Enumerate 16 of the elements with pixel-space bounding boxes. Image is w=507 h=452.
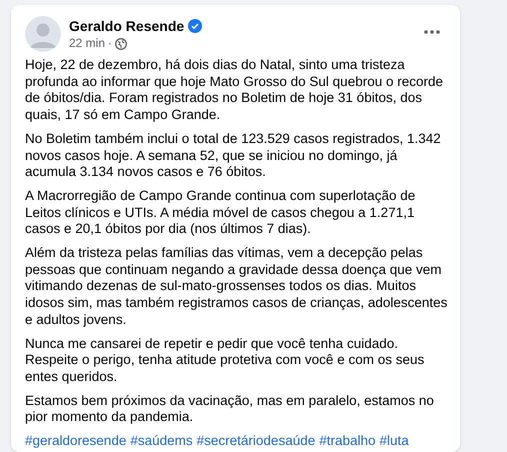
author-name[interactable]: Geraldo Resende xyxy=(69,17,184,35)
separator: · xyxy=(108,36,112,51)
post-paragraph: Além da tristeza pelas famílias das vítimas, vem a decepção pelas pessoas que continuam negando a gravidade dessa doença que vem vitimando dezenas de sul-mato-grossenses todos os dias. Muitos idosos sim, mas também registramos casos de crianças, adolescentes e adultos jovens. xyxy=(25,245,448,329)
post-paragraph: Estamos bem próximos da vacinação, mas em paralelo, estamos no pior momento da pandemia. xyxy=(25,392,435,426)
post-paragraph: A Macrorregião de Campo Grande continua com superlotação de Leitos clínicos e UTIs. A média móvel de casos chegou a 1.271,1 casos e 20,1 óbitos por dia (nos últimos 7 dias). xyxy=(25,188,416,238)
post-paragraph: Nunca me cansarei de repetir e pedir que você tenha cuidado. Respeite o perigo, tenha atitude protetiva com você e com os seus entes queridos. xyxy=(25,336,426,386)
hashtag-link[interactable]: #luta xyxy=(380,433,409,450)
globe-icon xyxy=(115,38,128,50)
hashtag-link[interactable]: #trabalho xyxy=(319,433,376,450)
post-paragraph: No Boletim também inclui o total de 123.529 casos registrados, 1.342 novos casos hoje. A semana 52, que se iniciou no domingo, já acumula 3.134 novos casos e 76 óbitos. xyxy=(25,130,442,181)
post-paragraph: Hoje, 22 de dezembro, há dois dias do Natal, sinto uma tristeza profunda ao informar que hoje Mato Grosso do Sul quebrou o recorde de óbitos/dia. Foram registrados no Boletim de hoje 31 óbitos, dos quais, 17 só em Campo Grande. xyxy=(25,57,444,124)
more-options-icon[interactable] xyxy=(424,30,440,34)
hashtag-link[interactable]: #saúdems xyxy=(130,433,193,450)
hashtag-link[interactable]: #secretáriodesaúde xyxy=(196,433,316,450)
post-time[interactable]: 22 min xyxy=(69,36,106,51)
hashtag-link[interactable]: #geraldoresende xyxy=(25,433,126,450)
